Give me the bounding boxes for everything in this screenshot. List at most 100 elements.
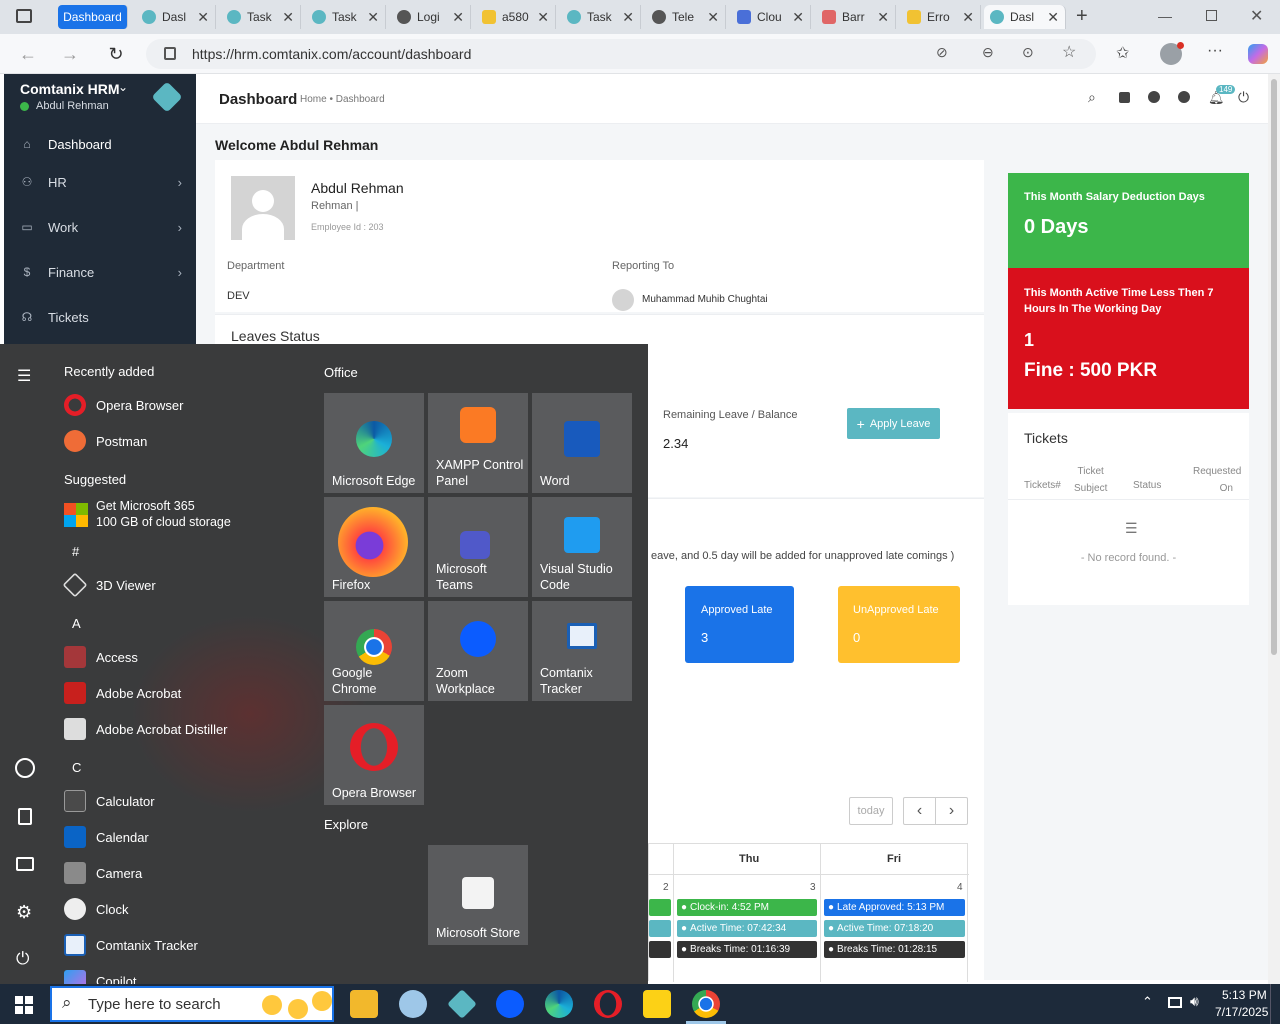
app-3d-viewer[interactable]: 3D Viewer — [62, 570, 156, 600]
close-icon[interactable]: ✕ — [537, 9, 549, 26]
add-circle-icon[interactable] — [1178, 91, 1190, 103]
calendar-next-button[interactable]: › — [935, 797, 968, 825]
app-copilot[interactable]: Copilot — [64, 966, 136, 984]
tab-6[interactable]: Task ✕ — [561, 5, 641, 29]
tile-zoom[interactable]: Zoom Workplace — [428, 601, 528, 701]
close-icon[interactable]: ✕ — [877, 9, 889, 26]
close-icon[interactable]: ✕ — [197, 9, 209, 26]
minimize-icon[interactable]: — — [1158, 8, 1172, 24]
letter-header-hash[interactable]: # — [72, 544, 79, 559]
app-name[interactable]: Comtanix HRM — [20, 81, 120, 97]
url-input[interactable]: https://hrm.comtanix.com/account/dashboa… — [146, 39, 1096, 69]
copilot-icon[interactable] — [1248, 44, 1268, 64]
close-icon[interactable]: ✕ — [962, 9, 974, 26]
clock-time[interactable]: 5:13 PM — [1222, 988, 1267, 1002]
tab-9[interactable]: Barr ✕ — [816, 5, 896, 29]
close-icon[interactable]: ✕ — [452, 9, 464, 26]
back-icon[interactable]: ← — [16, 42, 40, 66]
paint-icon[interactable] — [399, 990, 427, 1018]
tile-google-chrome[interactable]: Google Chrome — [324, 601, 424, 701]
calendar-event-active-time[interactable]: ● Active Time: 07:18:20 — [824, 920, 965, 937]
new-tab-icon[interactable]: + — [1076, 5, 1088, 28]
comtanix-hrm-icon[interactable] — [447, 989, 477, 1019]
app-access[interactable]: Access — [64, 642, 138, 672]
close-icon[interactable]: ✕ — [1047, 9, 1059, 26]
clock-date[interactable]: 7/17/2025 — [1215, 1005, 1268, 1019]
taskbar-search-input[interactable]: ⌕ Type here to search — [50, 986, 334, 1022]
calendar-event-breaks[interactable]: ● Breaks Time: 01:28:15 — [824, 941, 965, 958]
tab-8[interactable]: Clou ✕ — [731, 5, 811, 29]
clock-icon[interactable] — [1148, 91, 1160, 103]
pictures-icon[interactable] — [16, 857, 34, 871]
calendar-event[interactable] — [649, 941, 671, 958]
tray-overflow-icon[interactable]: ⌃ — [1142, 994, 1153, 1010]
tab-11[interactable]: Dasl ✕ — [984, 5, 1066, 29]
refresh-icon[interactable]: ↻ — [104, 42, 128, 66]
tab-dashboard-group[interactable]: Dashboard — [58, 5, 128, 29]
tab-4[interactable]: Logi ✕ — [391, 5, 471, 29]
app-opera-browser[interactable]: Opera Browser — [64, 390, 183, 420]
sidebar-item-dashboard[interactable]: ⌂ Dashboard — [4, 126, 196, 162]
window-menu-icon[interactable] — [16, 9, 32, 23]
documents-icon[interactable] — [18, 808, 32, 825]
apply-leave-button[interactable]: + Apply Leave — [847, 408, 940, 439]
tile-microsoft-teams[interactable]: Microsoft Teams — [428, 497, 528, 597]
sticky-note-icon[interactable] — [1119, 92, 1130, 103]
chrome-icon[interactable] — [692, 990, 720, 1018]
close-icon[interactable]: ✕ — [707, 9, 719, 26]
notification-center-icon[interactable] — [1270, 984, 1280, 1024]
letter-header-c[interactable]: C — [72, 760, 81, 775]
close-window-icon[interactable]: ✕ — [1250, 6, 1263, 26]
volume-icon[interactable]: 🔊︎ — [1190, 993, 1199, 1010]
close-icon[interactable]: ✕ — [622, 9, 634, 26]
restore-icon[interactable] — [1206, 10, 1217, 21]
tab-2[interactable]: Task ✕ — [221, 5, 301, 29]
more-tools-icon[interactable]: ⊙ — [1022, 44, 1034, 61]
favorite-star-icon[interactable]: ☆ — [1062, 42, 1076, 62]
user-account-icon[interactable] — [15, 758, 35, 778]
today-button[interactable]: today — [849, 797, 893, 825]
tab-10[interactable]: Erro ✕ — [901, 5, 981, 29]
network-icon[interactable] — [1168, 997, 1182, 1008]
close-icon[interactable]: ✕ — [282, 9, 294, 26]
file-explorer-icon[interactable] — [350, 990, 378, 1018]
sticky-notes-icon[interactable] — [643, 990, 671, 1018]
sidebar-item-hr[interactable]: ⚇ HR › — [4, 164, 196, 200]
tile-word[interactable]: Word — [532, 393, 632, 493]
calendar-event-active-time[interactable]: ● Active Time: 07:42:34 — [677, 920, 817, 937]
tile-microsoft-store[interactable]: Microsoft Store — [428, 845, 528, 945]
tile-xampp[interactable]: XAMPP Control Panel — [428, 393, 528, 493]
tab-1[interactable]: Dasl ✕ — [136, 5, 216, 29]
chevron-down-icon[interactable]: ⌄ — [118, 80, 128, 94]
calendar-event-late-approved[interactable]: ● Late Approved: 5:13 PM — [824, 899, 965, 916]
tile-microsoft-edge[interactable]: Microsoft Edge — [324, 393, 424, 493]
calendar-prev-button[interactable]: ‹ — [903, 797, 936, 825]
sidebar-item-work[interactable]: ▭ Work › — [4, 209, 196, 245]
zoom-icon[interactable]: ⊖ — [982, 44, 994, 61]
windows-start-icon[interactable] — [15, 996, 33, 1014]
app-comtanix-tracker[interactable]: Comtanix Tracker — [64, 930, 198, 960]
calendar-event-breaks[interactable]: ● Breaks Time: 01:16:39 — [677, 941, 817, 958]
favorites-icon[interactable]: ✩ — [1116, 43, 1129, 63]
tracking-icon[interactable]: ⊘ — [936, 44, 948, 61]
app-calculator[interactable]: Calculator — [64, 786, 155, 816]
app-postman[interactable]: Postman — [64, 426, 147, 456]
calendar-event[interactable] — [649, 899, 671, 916]
tab-5[interactable]: a580 ✕ — [476, 5, 556, 29]
tab-7[interactable]: Tele ✕ — [646, 5, 726, 29]
breadcrumb-home[interactable]: Home — [300, 94, 327, 105]
suggestion-microsoft-365[interactable]: Get Microsoft 365 100 GB of cloud storag… — [64, 499, 294, 533]
app-camera[interactable]: Camera — [64, 858, 142, 888]
letter-header-a[interactable]: A — [72, 616, 81, 631]
page-scrollbar[interactable] — [1268, 74, 1280, 984]
power-icon[interactable]: ⏻ — [16, 949, 29, 969]
app-adobe-acrobat[interactable]: Adobe Acrobat — [64, 678, 181, 708]
close-icon[interactable]: ✕ — [367, 9, 379, 26]
zoom-icon[interactable] — [496, 990, 524, 1018]
tile-vs-code[interactable]: Visual Studio Code — [532, 497, 632, 597]
hamburger-icon[interactable]: ☰ — [17, 366, 31, 386]
settings-gear-icon[interactable]: ⚙ — [16, 902, 32, 923]
sidebar-item-tickets[interactable]: ☊ Tickets — [4, 299, 196, 335]
calendar-event[interactable] — [649, 920, 671, 937]
search-icon[interactable]: ⌕ — [1088, 89, 1096, 106]
